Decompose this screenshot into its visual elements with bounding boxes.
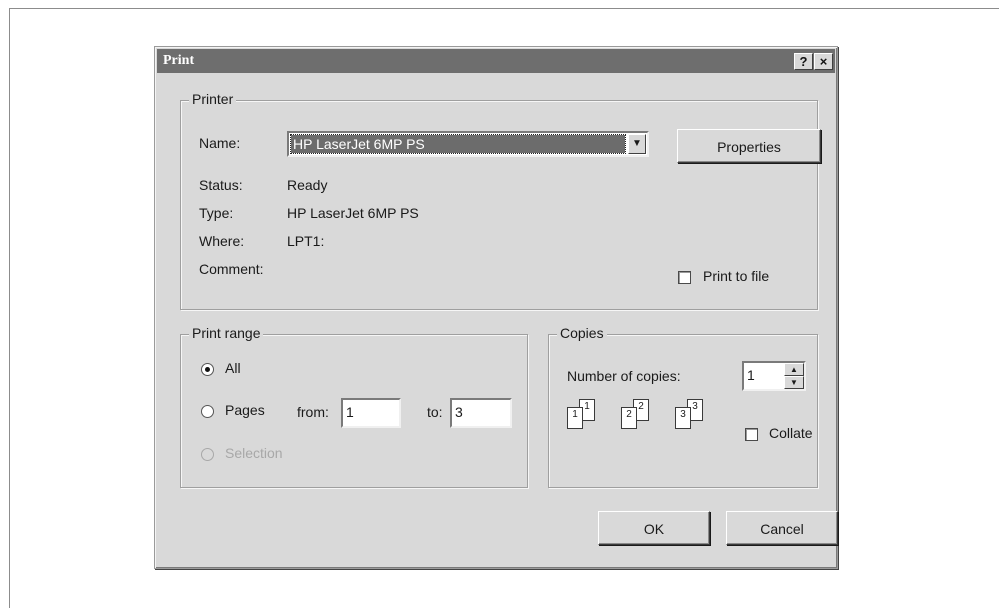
- print-to-file-label: Print to file: [703, 268, 770, 284]
- selection-label: Selection: [225, 445, 283, 461]
- collate-page-front-1: 1: [567, 407, 583, 429]
- cancel-button[interactable]: Cancel: [726, 511, 838, 545]
- dialog-title: Print: [163, 53, 195, 68]
- printer-name-label: Name:: [199, 135, 241, 151]
- number-of-copies-value: 1: [747, 367, 755, 383]
- copies-group-label: Copies: [557, 325, 607, 341]
- number-of-copies-label: Number of copies:: [567, 368, 681, 384]
- where-value: LPT1:: [287, 233, 325, 249]
- chevron-down-icon: ▼: [632, 138, 642, 149]
- pages-label: Pages: [225, 402, 265, 418]
- help-button[interactable]: ?: [794, 53, 813, 70]
- from-page-input[interactable]: 1: [341, 398, 401, 428]
- all-radio[interactable]: [201, 363, 214, 376]
- collate-checkbox[interactable]: [745, 428, 758, 441]
- status-label: Status:: [199, 177, 243, 193]
- arrow-down-icon: ▼: [790, 378, 798, 387]
- properties-button[interactable]: Properties: [677, 129, 821, 163]
- to-page-input[interactable]: 3: [450, 398, 512, 428]
- printer-name-value: HP LaserJet 6MP PS: [290, 134, 626, 154]
- copies-down-button[interactable]: ▼: [784, 376, 804, 389]
- dropdown-arrow-button[interactable]: ▼: [628, 134, 646, 154]
- copies-up-button[interactable]: ▲: [784, 363, 804, 376]
- print-dialog: Print ? × Printer Name: HP LaserJet 6MP …: [154, 46, 838, 569]
- comment-label: Comment:: [199, 261, 264, 277]
- all-label: All: [225, 360, 241, 376]
- printer-group-label: Printer: [189, 91, 237, 107]
- printer-name-select[interactable]: HP LaserJet 6MP PS ▼: [287, 131, 649, 157]
- copies-group: Copies Number of copies: 1 ▲ ▼ 1 1 2 2 3…: [548, 325, 818, 488]
- close-button[interactable]: ×: [814, 53, 833, 70]
- type-value: HP LaserJet 6MP PS: [287, 205, 419, 221]
- collate-label: Collate: [769, 425, 813, 441]
- title-bar: Print ? ×: [157, 49, 835, 73]
- print-to-file-checkbox[interactable]: [678, 271, 691, 284]
- print-range-group: Print range All Pages from: 1 to: 3 Sele…: [180, 325, 528, 488]
- type-label: Type:: [199, 205, 234, 221]
- pages-radio[interactable]: [201, 405, 214, 418]
- print-range-group-label: Print range: [189, 325, 264, 341]
- close-icon: ×: [819, 54, 828, 69]
- to-label: to:: [427, 404, 443, 420]
- help-icon: ?: [799, 54, 808, 69]
- collate-page-front-2: 2: [621, 407, 637, 429]
- printer-group: Printer Name: HP LaserJet 6MP PS ▼ Prope…: [180, 91, 821, 310]
- ok-button[interactable]: OK: [598, 511, 710, 545]
- collate-page-front-3: 3: [675, 407, 691, 429]
- where-label: Where:: [199, 233, 245, 249]
- status-value: Ready: [287, 177, 328, 193]
- from-label: from:: [297, 404, 329, 420]
- selection-radio[interactable]: [201, 448, 214, 461]
- arrow-up-icon: ▲: [790, 365, 798, 374]
